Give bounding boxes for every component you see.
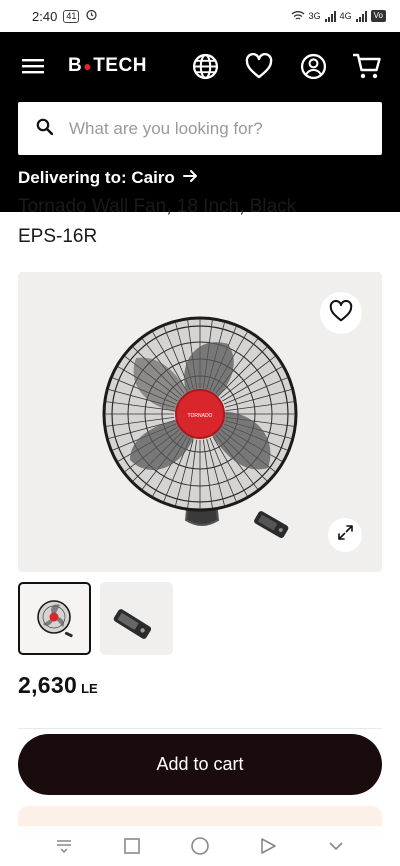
network-label: 3G: [308, 11, 321, 21]
search-icon: [36, 118, 54, 140]
alarm-icon: [85, 8, 98, 24]
add-to-cart-button[interactable]: Add to cart: [18, 734, 382, 795]
recent-apps-icon[interactable]: [117, 831, 147, 861]
signal-icon: [324, 10, 336, 22]
logo-text-left: B: [68, 55, 83, 76]
status-time: 2:40: [32, 8, 58, 24]
search-bar[interactable]: [18, 102, 382, 155]
logo-text-right: TECH: [93, 55, 147, 76]
wifi-icon: [291, 10, 305, 23]
heart-outline-icon: [329, 299, 353, 327]
site-header: B ● TECH Delivering to: Cairo: [0, 32, 400, 212]
menu-icon[interactable]: [18, 51, 48, 81]
heart-icon[interactable]: [244, 51, 274, 81]
home-icon[interactable]: [185, 831, 215, 861]
delivery-label: Delivering to: Cairo: [18, 168, 175, 187]
product-price: 2,630 LE: [18, 672, 98, 699]
price-currency: LE: [81, 681, 98, 696]
fullscreen-button[interactable]: [328, 518, 362, 552]
signal-icon-2: [355, 10, 367, 22]
expand-icon: [337, 525, 353, 545]
delivery-location[interactable]: Delivering to: Cairo: [18, 168, 198, 188]
status-bar: 2:40 41 3G 4G Vo: [0, 0, 400, 32]
remote-thumbnail-image: [113, 608, 151, 639]
fan-thumbnail-image: [36, 599, 73, 637]
nav-menu-icon[interactable]: [49, 831, 79, 861]
price-amount: 2,630: [18, 672, 78, 698]
thumbnail-remote[interactable]: [100, 582, 173, 655]
thumbnail-fan[interactable]: [18, 582, 91, 655]
arrow-right-icon: [182, 168, 198, 188]
search-input[interactable]: [69, 118, 349, 139]
notification-badge: 41: [63, 9, 80, 23]
fan-brand-text: TORNADO: [188, 413, 213, 419]
product-title-line-1: Tornado Wall Fan, 18 Inch, Black: [18, 196, 297, 217]
globe-icon[interactable]: [190, 51, 220, 81]
network-label-2: 4G: [339, 11, 352, 21]
product-title-line-2: EPS-16R: [18, 226, 98, 247]
brand-logo[interactable]: B ● TECH: [68, 55, 147, 77]
battery-icon: Vo: [370, 10, 386, 22]
logo-dot: ●: [83, 58, 93, 74]
wishlist-button[interactable]: [320, 292, 362, 334]
chevron-down-icon[interactable]: [321, 831, 351, 861]
system-nav-bar: [0, 826, 400, 866]
user-icon[interactable]: [298, 51, 328, 81]
back-icon[interactable]: [253, 831, 283, 861]
product-title: Tornado Wall Fan, 18 Inch, Black EPS-16R: [18, 196, 382, 256]
product-image-gallery[interactable]: TORNADO: [18, 272, 382, 572]
cart-icon[interactable]: [352, 51, 382, 81]
divider: [18, 728, 382, 729]
thumbnail-strip: [18, 582, 173, 655]
